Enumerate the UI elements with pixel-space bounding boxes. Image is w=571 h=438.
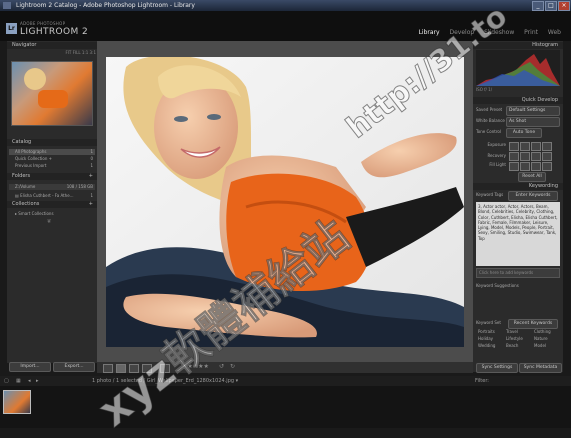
navigator-preview-face — [24, 68, 46, 90]
folders-add-icon[interactable]: + — [89, 173, 93, 180]
filmstrip-back-icon[interactable]: ◂ — [28, 376, 31, 386]
keyword-set-item[interactable]: Travel — [506, 329, 532, 335]
navigator-preview[interactable] — [11, 61, 93, 126]
histogram-title: Histogram — [532, 42, 558, 48]
navigator-header[interactable]: Navigator — [7, 42, 97, 49]
keyword-set-item[interactable]: Wedding — [478, 343, 504, 349]
import-button[interactable]: Import... — [9, 362, 51, 372]
secondary-display-icon[interactable]: ▢ — [4, 376, 9, 386]
keyword-suggestions-label: Keyword Suggestions — [476, 283, 519, 288]
catalog-item-previous-import[interactable]: Previous Import 1 — [9, 163, 95, 169]
collections-title: Collections — [12, 201, 40, 207]
recovery-decrease-icon[interactable] — [509, 152, 519, 161]
tone-control-label: Tone Control — [476, 129, 501, 134]
panel-end-ornament: ❦ — [46, 219, 52, 225]
brand-product: LIGHTROOM 2 — [20, 27, 89, 37]
white-balance-dropdown[interactable]: As Shot — [506, 117, 560, 127]
collections-add-icon[interactable]: + — [89, 201, 93, 208]
rotate-left-icon[interactable]: ↺ — [219, 363, 224, 370]
add-keywords-input[interactable]: Click here to add keywords — [476, 268, 560, 278]
collection-folder-icon: ▸ — [15, 211, 18, 216]
quick-develop-title: Quick Develop — [521, 97, 558, 103]
module-web[interactable]: Web — [548, 29, 561, 36]
folder-icon: ▤ — [15, 193, 19, 198]
keyword-set-item[interactable]: Nature — [534, 336, 560, 342]
keyword-set-dropdown[interactable]: Recent Keywords — [508, 319, 558, 329]
keyword-set-item[interactable]: Portraits — [478, 329, 504, 335]
minimize-button[interactable]: _ — [532, 1, 544, 11]
rotate-right-icon[interactable]: ↻ — [230, 363, 235, 370]
app-icon — [3, 2, 11, 9]
brand-company: ADOBE PHOTOSHOP — [20, 21, 66, 26]
export-button[interactable]: Export... — [53, 362, 95, 372]
exposure-label: Exposure — [487, 142, 506, 147]
window-title: Lightroom 2 Catalog - Adobe Photoshop Li… — [16, 2, 195, 9]
folder-volume[interactable]: Z:/Volume 108 / 158 GB — [9, 184, 95, 190]
navigator-title: Navigator — [12, 42, 37, 48]
filmstrip-thumbnail[interactable] — [3, 390, 31, 414]
keywording-header[interactable]: Keywording — [473, 183, 563, 190]
collections-header[interactable]: Collections + — [7, 201, 97, 208]
exposure-increase-small-icon[interactable] — [531, 142, 541, 151]
keyword-set-item[interactable]: Model — [534, 343, 560, 349]
catalog-item-all-photographs[interactable]: All Photographs 1 — [9, 149, 95, 155]
navigator-preview-top — [38, 90, 68, 108]
keywording-title: Keywording — [528, 183, 558, 189]
exposure-decrease-small-icon[interactable] — [520, 142, 530, 151]
exposure-increase-icon[interactable] — [542, 142, 552, 151]
catalog-header[interactable]: Catalog — [7, 139, 97, 146]
filter-label: Filter: — [475, 378, 489, 384]
keyword-tags-label: Keyword Tags — [476, 192, 504, 197]
reset-all-button[interactable]: Reset All — [518, 172, 546, 182]
auto-tone-button[interactable]: Auto Tone — [506, 128, 542, 138]
module-print[interactable]: Print — [524, 29, 538, 36]
lightroom-logo: Lr — [6, 23, 17, 34]
exposure-decrease-icon[interactable] — [509, 142, 519, 151]
keyword-set-item[interactable]: Holiday — [478, 336, 504, 342]
catalog-item-quick-collection[interactable]: Quick Collection +0 — [9, 156, 95, 162]
sync-metadata-button[interactable]: Sync Metadata — [519, 363, 562, 373]
catalog-title: Catalog — [12, 139, 32, 145]
recovery-increase-small-icon[interactable] — [531, 152, 541, 161]
filmstrip-grid-icon[interactable]: ▦ — [16, 376, 21, 386]
fill-light-label: Fill Light — [489, 162, 506, 167]
keyword-set-item[interactable]: Lifestyle — [506, 336, 532, 342]
keyword-set-label: Keyword Set — [476, 320, 501, 325]
folder-item[interactable]: ▤ Elisha Cuthbert - Fa Athe... 1 — [9, 193, 95, 199]
maximize-button[interactable]: □ — [545, 1, 557, 11]
filmstrip-forward-icon[interactable]: ▸ — [36, 376, 39, 386]
fill-light-decrease-icon[interactable] — [509, 162, 519, 171]
keyword-set-item[interactable]: Beach — [506, 343, 532, 349]
recovery-label: Recovery — [487, 153, 506, 158]
saved-preset-label: Saved Preset — [476, 107, 503, 112]
histogram-graph — [476, 50, 560, 86]
folders-header[interactable]: Folders + — [7, 173, 97, 180]
navigator-zoom-levels[interactable]: FIT FILL 1:1 3:1 — [42, 50, 96, 56]
close-button[interactable]: × — [558, 1, 570, 11]
fill-light-decrease-small-icon[interactable] — [520, 162, 530, 171]
folders-title: Folders — [12, 173, 31, 179]
white-balance-label: White Balance — [476, 118, 505, 123]
keyword-tags-dropdown[interactable]: Enter Keywords — [508, 191, 558, 201]
quick-develop-header[interactable]: Quick Develop — [473, 97, 563, 104]
fill-light-increase-icon[interactable] — [542, 162, 552, 171]
keyword-tags-field[interactable]: 3, Actor actor, Actor, Actors, Beam, Blo… — [476, 202, 560, 266]
histogram-curves — [476, 54, 560, 86]
saved-preset-dropdown[interactable]: Default Settings — [506, 106, 560, 116]
collection-item-smart[interactable]: ▸ Smart Collections — [9, 211, 95, 217]
histogram-info: ISO f/ 1/ — [476, 87, 493, 92]
keyword-set-item[interactable]: Clothing — [534, 329, 560, 335]
fill-light-increase-small-icon[interactable] — [531, 162, 541, 171]
sync-settings-button[interactable]: Sync Settings — [476, 363, 518, 373]
module-library[interactable]: Library — [419, 29, 440, 36]
recovery-increase-icon[interactable] — [542, 152, 552, 161]
recovery-decrease-small-icon[interactable] — [520, 152, 530, 161]
